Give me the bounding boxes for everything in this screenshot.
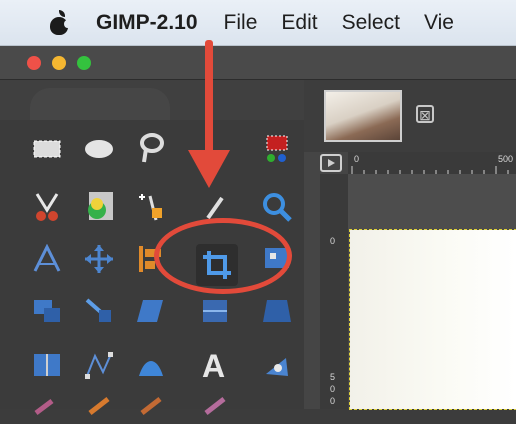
tab-close-icon[interactable]: ⊠ xyxy=(416,105,434,123)
image-window: ⊠ 0 500 0 5 0 0 xyxy=(304,80,516,410)
image-tab-thumbnail[interactable] xyxy=(324,90,402,142)
bucket-fill-icon[interactable] xyxy=(132,346,170,384)
zoom-icon[interactable] xyxy=(258,188,296,226)
rectangle-select-icon[interactable] xyxy=(28,130,66,168)
unified-transform-icon[interactable] xyxy=(28,292,66,330)
vruler-label-0: 0 xyxy=(330,236,336,246)
quick-mask-toggle-icon[interactable] xyxy=(320,154,342,172)
svg-text:A: A xyxy=(202,349,225,381)
close-window-button[interactable] xyxy=(27,56,41,70)
ruler-label-500: 500 xyxy=(498,154,514,164)
image-canvas[interactable] xyxy=(349,229,516,410)
warp-icon[interactable] xyxy=(196,292,234,330)
horizontal-ruler: 0 500 xyxy=(348,152,516,175)
ruler-label-0: 0 xyxy=(354,154,360,164)
image-tab-strip: ⊠ xyxy=(304,80,516,152)
move-icon[interactable] xyxy=(80,240,118,278)
path-icon[interactable] xyxy=(80,346,118,384)
arrow-down-icon xyxy=(188,150,230,188)
free-select-icon[interactable] xyxy=(132,130,170,168)
menu-select[interactable]: Select xyxy=(342,11,400,35)
canvas-padding xyxy=(348,174,516,230)
ellipse-select-icon[interactable] xyxy=(80,130,118,168)
window-titlebar xyxy=(0,46,516,80)
highlight-ring xyxy=(154,218,292,294)
vruler-label-0b: 0 xyxy=(330,384,336,394)
airbrush-icon[interactable] xyxy=(196,386,234,424)
fuzzy-select-icon[interactable] xyxy=(132,188,170,226)
color-picker-select-icon[interactable] xyxy=(258,130,296,168)
scissors-select-icon[interactable] xyxy=(28,188,66,226)
menu-view[interactable]: Vie xyxy=(424,11,454,35)
apple-logo-icon[interactable] xyxy=(48,9,71,36)
minimize-window-button[interactable] xyxy=(52,56,66,70)
handle-transform-icon[interactable] xyxy=(80,292,118,330)
shear-icon[interactable] xyxy=(132,292,170,330)
toolbox-header xyxy=(0,80,304,120)
menu-app-name[interactable]: GIMP-2.10 xyxy=(96,11,198,35)
zoom-window-button[interactable] xyxy=(77,56,91,70)
flip-icon[interactable] xyxy=(28,346,66,384)
pencil-icon[interactable] xyxy=(28,386,66,424)
measure-icon[interactable] xyxy=(28,240,66,278)
menu-bar: GIMP-2.10 File Edit Select Vie xyxy=(0,0,516,46)
vruler-label-5: 5 xyxy=(330,372,336,382)
eraser-icon[interactable] xyxy=(132,386,170,424)
vruler-label-0c: 0 xyxy=(330,396,336,406)
blend-icon[interactable] xyxy=(258,346,296,384)
menu-file[interactable]: File xyxy=(224,11,258,35)
wilber-logo-icon xyxy=(30,88,170,120)
vertical-ruler: 0 5 0 0 xyxy=(320,174,348,409)
menu-edit[interactable]: Edit xyxy=(281,11,317,35)
paintbrush-icon[interactable] xyxy=(80,386,118,424)
foreground-select-icon[interactable] xyxy=(80,188,118,226)
text-icon[interactable]: A xyxy=(196,346,234,384)
arrow-shaft xyxy=(205,40,213,162)
perspective-icon[interactable] xyxy=(258,292,296,330)
